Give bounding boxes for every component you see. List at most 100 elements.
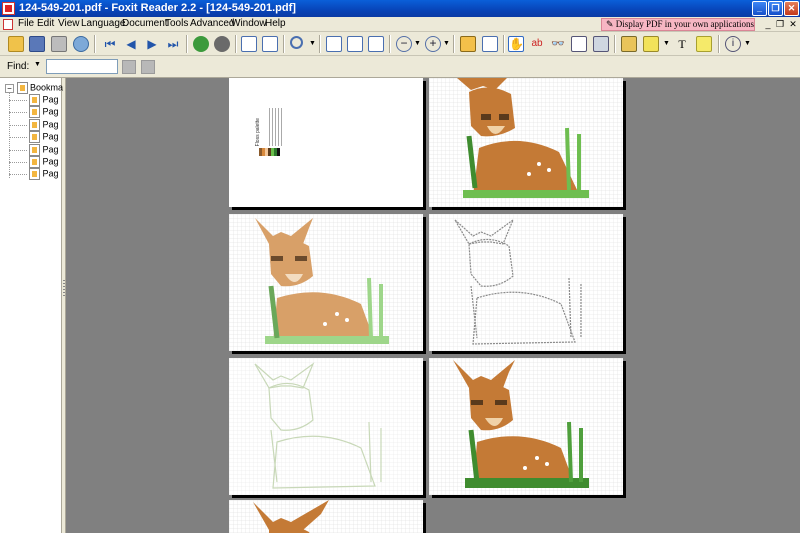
promo-text: Display PDF in your own applications (615, 19, 755, 29)
toolbar-separator (453, 35, 454, 53)
fit-width-icon[interactable] (368, 36, 384, 52)
bookmark-item[interactable]: Pag (9, 156, 59, 168)
cross-stitch-deer-image (429, 358, 623, 495)
minimize-button[interactable]: _ (752, 1, 767, 16)
document-viewport[interactable]: Floss palette (67, 78, 800, 533)
menu-window[interactable]: Window (231, 18, 267, 29)
first-page-icon[interactable]: ⏮ (102, 36, 118, 52)
menu-view[interactable]: View (58, 18, 80, 29)
select-text-icon[interactable]: ab (529, 36, 545, 52)
document-icon[interactable] (3, 19, 13, 30)
page-thumbnail-deer-light[interactable] (229, 214, 423, 351)
toolbar-separator (389, 35, 390, 53)
page-thumbnail-deer-outline[interactable] (429, 214, 623, 351)
bookmark-item[interactable]: Pag (9, 144, 59, 156)
bookmark-label: Pag (42, 168, 59, 179)
toolbar-separator (319, 35, 320, 53)
camera-icon[interactable] (593, 36, 609, 52)
hand-tool-icon[interactable]: ✋ (508, 36, 524, 52)
menu-help[interactable]: Help (265, 18, 286, 29)
menu-advanced[interactable]: Advanced (190, 18, 234, 29)
zoom-in-dropdown-icon[interactable]: ▼ (443, 40, 450, 47)
note-icon[interactable] (696, 36, 712, 52)
page-thumbnail-deer-partial[interactable] (229, 500, 423, 533)
find-options-dropdown-icon[interactable]: ▼ (34, 61, 41, 68)
page-thumbnail-palette[interactable]: Floss palette (229, 78, 423, 207)
open-icon[interactable] (8, 36, 24, 52)
cross-stitch-deer-image (429, 78, 623, 207)
info-dropdown-icon[interactable]: ▼ (744, 40, 751, 47)
print-icon[interactable] (51, 36, 67, 52)
promo-banner[interactable]: ✎ Display PDF in your own applications (601, 18, 755, 31)
zoom-out-icon[interactable]: − (396, 36, 412, 52)
pen-icon: ✎ (606, 19, 616, 29)
find-binoculars-icon[interactable]: 👓 (550, 36, 566, 52)
foxit-app-icon[interactable] (2, 2, 15, 15)
continuous-view-icon[interactable] (460, 36, 476, 52)
cross-stitch-deer-faint-image (229, 358, 423, 495)
menu-file[interactable]: File (18, 18, 34, 29)
close-button[interactable]: ✕ (784, 1, 799, 16)
last-page-icon[interactable]: ⏭ (165, 36, 181, 52)
bookmark-icon (29, 119, 40, 131)
cross-stitch-deer-image (229, 214, 423, 351)
menu-document[interactable]: Document (122, 18, 168, 29)
toolbar-separator (235, 35, 236, 53)
sidebar-splitter[interactable] (62, 78, 66, 533)
mdi-restore-button[interactable]: ❐ (774, 19, 786, 30)
save-icon[interactable] (29, 36, 45, 52)
bookmark-icon (29, 94, 40, 106)
go-forward-icon[interactable] (214, 36, 230, 52)
bookmark-root[interactable]: − Bookma (5, 82, 63, 94)
zoom-icon[interactable] (290, 36, 303, 49)
page-thumbnail-deer-color-2[interactable] (429, 358, 623, 495)
main-toolbar: ⏮ ◀ ▶ ⏭ ▼ − ▼ + ▼ ✋ ab 👓 ▼ T i ▼ (0, 32, 800, 56)
menu-edit[interactable]: Edit (37, 18, 54, 29)
bookmark-icon (29, 168, 40, 180)
toolbar-separator (94, 35, 95, 53)
bookmark-item[interactable]: Pag (9, 119, 59, 131)
cross-stitch-deer-image (229, 500, 423, 533)
find-previous-button[interactable] (122, 60, 136, 74)
palette-title: Floss palette (255, 118, 261, 147)
cross-stitch-deer-outline-image (429, 214, 623, 351)
rotate-right-icon[interactable] (262, 36, 278, 52)
bookmark-item[interactable]: Pag (9, 131, 59, 143)
find-input[interactable] (46, 59, 118, 74)
bookmark-item[interactable]: Pag (9, 106, 59, 118)
maximize-button[interactable]: ❐ (768, 1, 783, 16)
fit-page-icon[interactable] (347, 36, 363, 52)
email-icon[interactable] (73, 36, 89, 52)
window-title: 124-549-201.pdf - Foxit Reader 2.2 - [12… (19, 2, 296, 14)
bookmark-icon (29, 144, 40, 156)
bookmark-item[interactable]: Pag (9, 94, 59, 106)
page-thumbnail-deer-faint[interactable] (229, 358, 423, 495)
go-back-icon[interactable] (193, 36, 209, 52)
highlight-icon[interactable] (643, 36, 659, 52)
form-icon[interactable] (621, 36, 637, 52)
mdi-close-button[interactable]: ✕ (787, 19, 799, 30)
bookmark-label: Pag (42, 94, 59, 105)
find-next-button[interactable] (141, 60, 155, 74)
title-bar: 124-549-201.pdf - Foxit Reader 2.2 - [12… (0, 0, 800, 17)
typewriter-icon[interactable]: T (674, 36, 690, 52)
zoom-dropdown-icon[interactable]: ▼ (309, 40, 316, 47)
facing-view-icon[interactable] (482, 36, 498, 52)
actual-size-icon[interactable] (326, 36, 342, 52)
mdi-minimize-button[interactable]: _ (762, 19, 774, 30)
bookmark-label: Pag (42, 131, 59, 142)
zoom-in-icon[interactable]: + (425, 36, 441, 52)
menu-tools[interactable]: Tools (165, 18, 188, 29)
zoom-out-dropdown-icon[interactable]: ▼ (414, 40, 421, 47)
next-page-icon[interactable]: ▶ (144, 36, 160, 52)
splitter-grip[interactable] (63, 280, 65, 298)
previous-page-icon[interactable]: ◀ (123, 36, 139, 52)
bookmark-icon (29, 131, 40, 143)
rotate-left-icon[interactable] (241, 36, 257, 52)
bookmark-item[interactable]: Pag (9, 168, 59, 180)
snapshot-icon[interactable] (571, 36, 587, 52)
info-icon[interactable]: i (725, 36, 741, 52)
page-thumbnail-deer-color[interactable] (429, 78, 623, 207)
menu-language[interactable]: Language (81, 18, 126, 29)
highlight-dropdown-icon[interactable]: ▼ (663, 40, 670, 47)
